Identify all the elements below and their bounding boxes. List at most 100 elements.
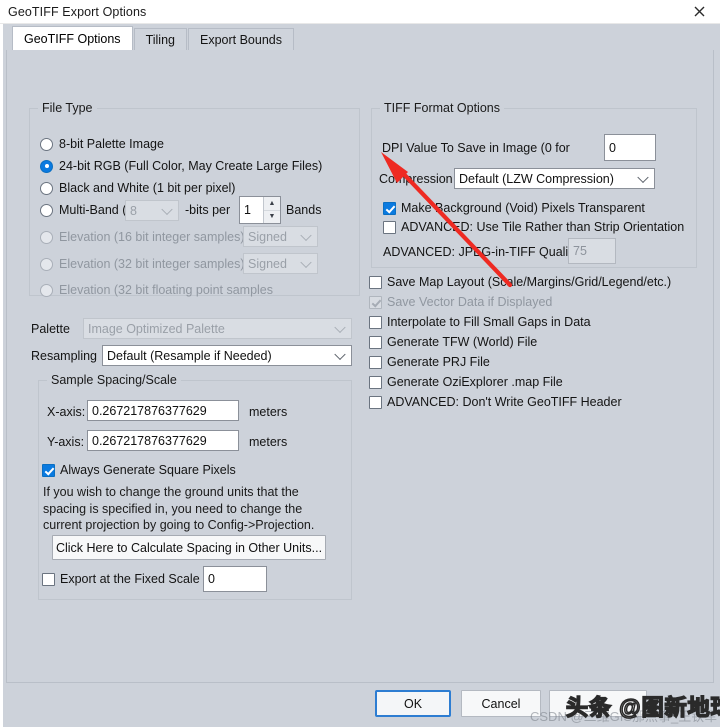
- spacing-help-text: If you wish to change the ground units t…: [43, 485, 315, 532]
- jpeg-quality-input: 75: [568, 238, 616, 264]
- save-vector-data-label: Save Vector Data if Displayed: [387, 295, 553, 309]
- generate-ozi-row[interactable]: Generate OziExplorer .map File: [369, 375, 563, 389]
- calculate-spacing-label: Click Here to Calculate Spacing in Other…: [55, 540, 323, 555]
- calculate-spacing-button[interactable]: Click Here to Calculate Spacing in Other…: [52, 535, 326, 560]
- radio-elevation-16-label: Elevation (16 bit integer samples): [59, 230, 245, 244]
- cancel-button-label: Cancel: [481, 696, 521, 711]
- tab-export-bounds[interactable]: Export Bounds: [187, 28, 294, 50]
- tiff-format-legend: TIFF Format Options: [380, 101, 504, 115]
- title-bar: GeoTIFF Export Options: [0, 0, 720, 24]
- square-pixels-row[interactable]: Always Generate Square Pixels: [42, 463, 236, 477]
- save-map-layout-checkbox[interactable]: [369, 275, 382, 289]
- multiband-bands-stepper[interactable]: 1 ▲ ▼: [239, 196, 281, 224]
- radio-elevation-32-float-label: Elevation (32 bit floating point samples: [59, 283, 274, 297]
- ok-button[interactable]: OK: [375, 690, 451, 717]
- stepper-down-icon[interactable]: ▼: [264, 211, 280, 224]
- close-icon[interactable]: [678, 0, 720, 23]
- ok-button-label: OK: [403, 696, 423, 711]
- fixed-scale-row[interactable]: Export at the Fixed Scale 1:: [42, 572, 214, 586]
- save-map-layout-row[interactable]: Save Map Layout (Scale/Margins/Grid/Lege…: [369, 275, 671, 289]
- elevation-16-sign-select: Signed: [243, 226, 318, 247]
- no-geotiff-header-checkbox[interactable]: [369, 395, 382, 409]
- generate-tfw-checkbox[interactable]: [369, 335, 382, 349]
- generate-tfw-row[interactable]: Generate TFW (World) File: [369, 335, 537, 349]
- radio-8bit-palette[interactable]: [40, 137, 53, 151]
- radio-24bit-rgb-label: 24-bit RGB (Full Color, May Create Large…: [59, 159, 323, 173]
- generate-ozi-label: Generate OziExplorer .map File: [387, 375, 563, 389]
- chevron-down-icon: [300, 256, 312, 268]
- x-axis-input[interactable]: 0.267217876377629: [87, 400, 239, 421]
- generate-tfw-label: Generate TFW (World) File: [387, 335, 538, 349]
- fixed-scale-input[interactable]: 0: [203, 566, 267, 592]
- fixed-scale-value: 0: [208, 572, 215, 586]
- elevation-16-sign-value: Signed: [248, 229, 287, 244]
- window-title: GeoTIFF Export Options: [8, 4, 147, 19]
- y-axis-units: meters: [249, 435, 288, 449]
- third-button[interactable]: [549, 690, 647, 717]
- square-pixels-checkbox[interactable]: [42, 463, 55, 477]
- jpeg-quality-value: 75: [573, 244, 587, 258]
- generate-prj-row[interactable]: Generate PRJ File: [369, 355, 490, 369]
- compression-value: Default (LZW Compression): [459, 171, 614, 186]
- dpi-input[interactable]: 0: [604, 134, 656, 161]
- interpolate-gaps-checkbox[interactable]: [369, 315, 382, 329]
- chevron-down-icon: [300, 229, 312, 241]
- no-geotiff-header-row[interactable]: ADVANCED: Don't Write GeoTIFF Header: [369, 395, 622, 409]
- generate-ozi-checkbox[interactable]: [369, 375, 382, 389]
- stepper-up-icon[interactable]: ▲: [264, 197, 280, 211]
- generate-prj-checkbox[interactable]: [369, 355, 382, 369]
- multiband-bands-value: 1: [244, 203, 251, 217]
- stepper-buttons[interactable]: ▲ ▼: [263, 197, 280, 223]
- y-axis-input[interactable]: 0.267217876377629: [87, 430, 239, 451]
- chevron-down-icon: [637, 171, 649, 183]
- save-vector-data-row: Save Vector Data if Displayed: [369, 295, 552, 309]
- tab-geotiff-options[interactable]: GeoTIFF Options: [12, 26, 133, 50]
- tab-panel-geotiff-options: File Type 8-bit Palette Image 24-bit RGB…: [6, 49, 714, 683]
- radio-elevation-32-int: [40, 257, 53, 271]
- radio-elevation-32-float-row: Elevation (32 bit floating point samples: [40, 283, 273, 297]
- tab-strip: GeoTIFF Options Tiling Export Bounds: [3, 24, 720, 50]
- chevron-down-icon: [334, 321, 346, 333]
- dpi-value: 0: [609, 140, 616, 155]
- tile-orientation-label: ADVANCED: Use Tile Rather than Strip Ori…: [401, 220, 685, 234]
- save-map-layout-label: Save Map Layout (Scale/Margins/Grid/Lege…: [387, 275, 672, 289]
- radio-elevation-32-int-row: Elevation (32 bit integer samples): [40, 257, 245, 271]
- chevron-down-icon: [161, 203, 173, 215]
- radio-multi-band[interactable]: [40, 203, 53, 217]
- radio-24bit-rgb[interactable]: [40, 159, 53, 173]
- palette-value: Image Optimized Palette: [88, 321, 225, 336]
- multiband-bands-label: Bands: [286, 203, 322, 217]
- dialog-body: GeoTIFF Options Tiling Export Bounds Fil…: [0, 24, 720, 727]
- radio-24bit-rgb-row[interactable]: 24-bit RGB (Full Color, May Create Large…: [40, 159, 322, 173]
- tile-orientation-checkbox[interactable]: [383, 220, 396, 234]
- radio-elevation-16: [40, 230, 53, 244]
- compression-select[interactable]: Default (LZW Compression): [454, 168, 655, 189]
- resampling-value: Default (Resample if Needed): [107, 348, 272, 363]
- radio-multi-band-label: Multi-Band (: [59, 203, 127, 217]
- cancel-button[interactable]: Cancel: [461, 690, 541, 717]
- elevation-32-sign-select: Signed: [243, 253, 318, 274]
- transparent-pixels-row[interactable]: Make Background (Void) Pixels Transparen…: [383, 201, 645, 215]
- transparent-pixels-label: Make Background (Void) Pixels Transparen…: [401, 201, 645, 215]
- tab-label: Tiling: [145, 32, 175, 47]
- multiband-bits-select[interactable]: 8: [125, 200, 179, 221]
- y-axis-value: 0.267217876377629: [92, 433, 207, 448]
- radio-8bit-palette-label: 8-bit Palette Image: [59, 137, 164, 151]
- tab-label: GeoTIFF Options: [24, 31, 121, 46]
- transparent-pixels-checkbox[interactable]: [383, 201, 396, 215]
- tab-tiling[interactable]: Tiling: [133, 28, 187, 50]
- interpolate-gaps-row[interactable]: Interpolate to Fill Small Gaps in Data: [369, 315, 591, 329]
- dpi-label: DPI Value To Save in Image (0 for: [382, 141, 570, 155]
- radio-elevation-16-row: Elevation (16 bit integer samples): [40, 230, 245, 244]
- resampling-select[interactable]: Default (Resample if Needed): [102, 345, 352, 366]
- fixed-scale-checkbox[interactable]: [42, 572, 55, 586]
- jpeg-quality-label: ADVANCED: JPEG-in-TIFF Quality: [383, 245, 578, 259]
- tile-orientation-row[interactable]: ADVANCED: Use Tile Rather than Strip Ori…: [383, 220, 684, 234]
- radio-8bit-palette-row[interactable]: 8-bit Palette Image: [40, 137, 164, 151]
- tab-label: Export Bounds: [199, 32, 282, 47]
- radio-black-white-label: Black and White (1 bit per pixel): [59, 181, 236, 195]
- radio-black-white[interactable]: [40, 181, 53, 195]
- x-axis-label: X-axis:: [47, 405, 86, 419]
- radio-multi-band-row[interactable]: Multi-Band (: [40, 203, 126, 217]
- radio-black-white-row[interactable]: Black and White (1 bit per pixel): [40, 181, 235, 195]
